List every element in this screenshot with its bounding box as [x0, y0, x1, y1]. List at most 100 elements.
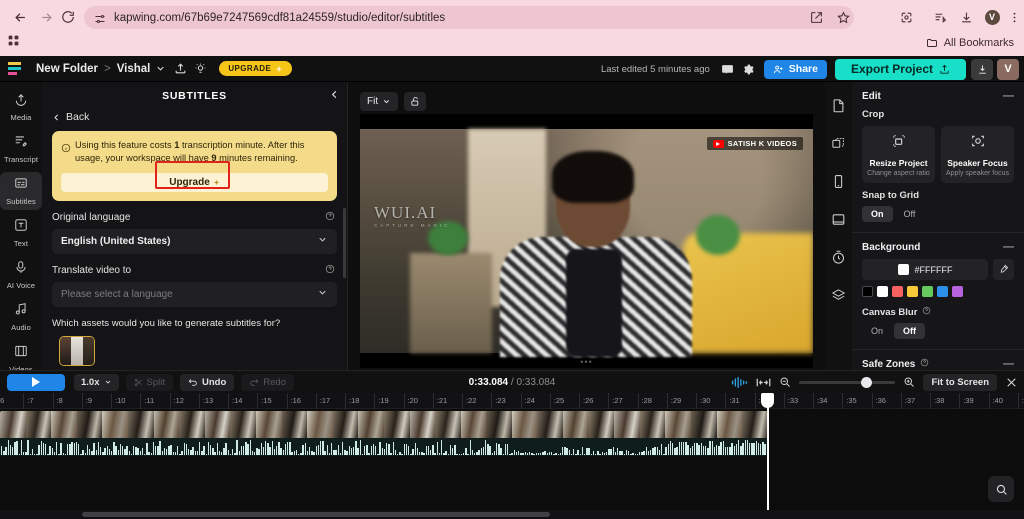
collapse-minus-icon[interactable]: —	[1003, 241, 1014, 253]
upload-icon[interactable]	[170, 59, 190, 79]
search-icon[interactable]	[988, 476, 1014, 502]
undo-button[interactable]: Undo	[179, 373, 235, 391]
reading-list-icon[interactable]	[930, 7, 950, 27]
resize-project-card[interactable]: Resize Project Change aspect ratio	[862, 126, 935, 183]
split-button[interactable]: Split	[125, 373, 173, 391]
preview-resize-handle[interactable]: •••	[580, 357, 592, 367]
back-button[interactable]: Back	[52, 111, 347, 123]
asset-thumbnail[interactable]	[59, 335, 95, 366]
timeline-ruler[interactable]: :6:7:8:9:10:11:12:13:14:15:16:17:18:19:2…	[0, 393, 1024, 409]
zoom-out-icon[interactable]	[779, 376, 791, 388]
original-language-select[interactable]: English (United States)	[52, 228, 337, 254]
zoom-slider-knob[interactable]	[861, 376, 873, 388]
unlock-icon[interactable]	[404, 92, 427, 111]
all-bookmarks-button[interactable]: All Bookmarks	[926, 37, 1014, 49]
canvas-blur-off[interactable]: Off	[894, 323, 926, 339]
playhead-handle[interactable]	[761, 393, 774, 408]
timer-icon[interactable]	[825, 242, 852, 272]
address-bar[interactable]: kapwing.com/67b69e7247569cdf81a24559/stu…	[84, 6, 854, 29]
swatch-yellow[interactable]	[907, 286, 918, 297]
help-icon[interactable]	[325, 264, 335, 277]
safe-zones-section-header[interactable]: Safe Zones —	[852, 350, 1024, 370]
collapse-minus-icon[interactable]: —	[1003, 358, 1014, 370]
kapwing-logo[interactable]	[8, 61, 27, 76]
page-icon[interactable]	[825, 90, 852, 120]
extensions-icon[interactable]	[896, 7, 916, 27]
help-icon[interactable]	[920, 358, 929, 370]
redo-button[interactable]: Redo	[241, 373, 294, 391]
swatch-purple[interactable]	[952, 286, 963, 297]
collapse-panel-icon[interactable]	[329, 88, 340, 103]
timeline-video-clip[interactable]	[0, 411, 768, 456]
swatch-red[interactable]	[892, 286, 903, 297]
chevron-down-icon[interactable]	[150, 59, 170, 79]
sidebar-item-transcript[interactable]: Transcript	[0, 130, 42, 168]
sidebar-item-media[interactable]: Media	[0, 88, 42, 126]
download-button[interactable]	[971, 58, 993, 80]
apps-grid-icon[interactable]	[7, 34, 20, 52]
swatch-blue[interactable]	[937, 286, 948, 297]
translate-language-select[interactable]: Please select a language	[52, 281, 337, 307]
swatch-black[interactable]	[862, 286, 873, 297]
comments-icon[interactable]	[718, 59, 738, 79]
frame-icon[interactable]	[825, 204, 852, 234]
sidebar-item-audio[interactable]: Audio	[0, 298, 42, 336]
waveform-bar	[469, 440, 471, 455]
timeline-scrollbar[interactable]	[0, 510, 1024, 519]
gear-icon[interactable]	[738, 59, 758, 79]
layers-icon[interactable]	[825, 280, 852, 310]
collapse-minus-icon[interactable]: —	[1003, 90, 1014, 102]
bookmark-star-icon[interactable]	[833, 7, 853, 27]
upgrade-pill-button[interactable]: UPGRADE	[219, 61, 293, 76]
back-arrow-icon[interactable]	[10, 7, 30, 27]
eyedropper-icon[interactable]	[993, 259, 1014, 280]
fit-timeline-icon[interactable]	[756, 377, 771, 388]
download-icon	[978, 64, 986, 74]
export-project-button[interactable]: Export Project	[834, 58, 966, 80]
reload-icon[interactable]	[58, 7, 78, 27]
playback-speed-select[interactable]: 1.0x	[74, 373, 119, 391]
avatar[interactable]: V	[997, 58, 1019, 80]
transform-icon[interactable]	[825, 128, 852, 158]
chrome-menu-icon[interactable]	[1004, 7, 1024, 27]
breadcrumb[interactable]: New Folder > Vishal	[36, 63, 150, 75]
background-section-header[interactable]: Background —	[852, 233, 1024, 253]
swatch-green[interactable]	[922, 286, 933, 297]
chrome-profile-avatar[interactable]: V	[982, 7, 1002, 27]
timeline[interactable]: :6:7:8:9:10:11:12:13:14:15:16:17:18:19:2…	[0, 393, 1024, 519]
canvas-blur-on[interactable]: On	[862, 323, 892, 339]
background-color-input[interactable]: #FFFFFF	[862, 259, 988, 280]
snap-to-grid-off[interactable]: Off	[895, 206, 925, 222]
mobile-icon[interactable]	[825, 166, 852, 196]
forward-arrow-icon[interactable]	[36, 7, 56, 27]
breadcrumb-folder[interactable]: New Folder	[36, 63, 98, 75]
waveform-toggle-icon[interactable]	[731, 376, 748, 388]
breadcrumb-project[interactable]: Vishal	[117, 63, 151, 75]
downloads-icon[interactable]	[956, 7, 976, 27]
upgrade-button[interactable]: Upgrade	[61, 172, 328, 192]
fit-zoom-select[interactable]: Fit	[360, 92, 399, 111]
zoom-in-icon[interactable]	[903, 376, 915, 388]
timeline-scrollbar-thumb[interactable]	[82, 512, 550, 517]
panel-scrollbar[interactable]	[343, 208, 346, 278]
site-settings-icon[interactable]	[94, 12, 106, 24]
snap-to-grid-on[interactable]: On	[862, 206, 893, 222]
timeline-zoom-slider[interactable]	[799, 376, 896, 388]
edit-section-header[interactable]: Edit —	[852, 82, 1024, 102]
waveform-bar	[511, 453, 513, 455]
play-button[interactable]	[7, 373, 65, 391]
sidebar-item-text[interactable]: Text	[0, 214, 42, 252]
waveform-bar	[73, 442, 75, 455]
share-page-icon[interactable]	[806, 7, 826, 27]
swatch-white[interactable]	[877, 286, 888, 297]
help-icon[interactable]	[922, 306, 931, 318]
sidebar-item-ai-voice[interactable]: AI Voice	[0, 256, 42, 294]
video-canvas[interactable]: WUI.AI CAPTURE MAGIC SATISH K VIDEOS	[360, 114, 813, 368]
close-icon[interactable]	[1005, 376, 1018, 389]
sidebar-item-subtitles[interactable]: Subtitles	[0, 172, 42, 210]
share-button[interactable]: Share	[763, 59, 827, 79]
fit-to-screen-button[interactable]: Fit to Screen	[923, 373, 997, 391]
help-icon[interactable]	[325, 211, 335, 224]
speaker-focus-card[interactable]: Speaker Focus Apply speaker focus	[941, 126, 1014, 183]
lightbulb-icon[interactable]	[190, 59, 210, 79]
